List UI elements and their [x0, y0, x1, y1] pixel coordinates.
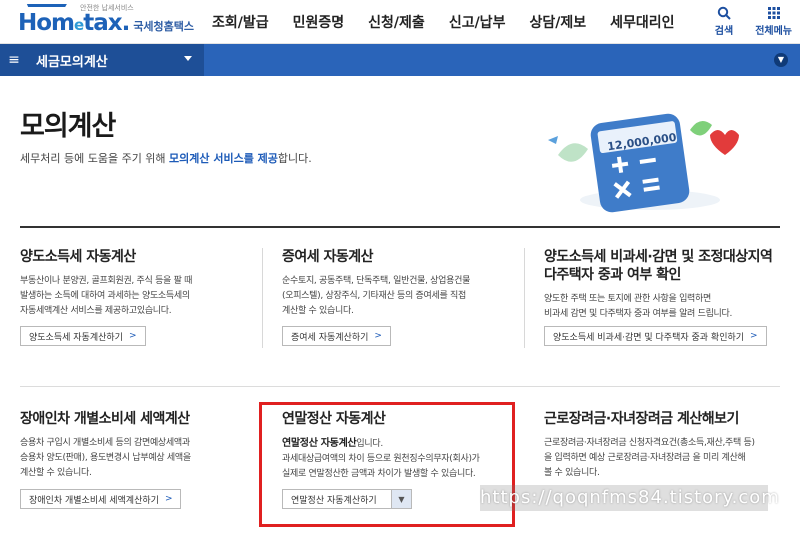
gnb-item-inquiry[interactable]: 조회/발급: [212, 12, 269, 32]
current-menu-title: 세금모의계산: [36, 54, 108, 70]
chevron-right-icon: >: [128, 331, 137, 341]
logo-wordmark-part-2: tax.: [83, 10, 130, 36]
global-nav: 조회/발급 민원증명 신청/제출 신고/납부 상담/제보 세무대리인: [212, 0, 699, 44]
all-menu-label: 전체메뉴: [755, 26, 792, 37]
search-label: 검색: [714, 26, 734, 37]
watermark-text: https://qoqnfms84.tistory.com: [480, 485, 779, 511]
card-disabled-car-tax: 장애인차 개별소비세 세액계산 승용차 구입시 개별소비세 등의 감면예상세액과…: [20, 410, 260, 481]
search-icon: [717, 6, 731, 22]
card-desc-line: 부동산이나 분양권, 골프회원권, 주식 등을 팔 때: [20, 276, 193, 286]
chevron-right-icon: >: [374, 331, 382, 341]
page-title: 모의계산: [20, 111, 116, 142]
menu-selector[interactable]: ≡ 세금모의계산: [0, 44, 204, 76]
button-label: 양도소득세 비과세·감면 및 다주택자 중과 확인하기: [553, 332, 745, 343]
gnb-item-application[interactable]: 신청/제출: [368, 12, 425, 32]
chevron-down-icon: [184, 56, 192, 61]
desc-suffix: 합니다.: [277, 152, 312, 165]
logo-roof-icon: [21, 4, 67, 14]
hometax-logo[interactable]: 안전한 납세서비스 Hometax. 국세청홈택스: [18, 4, 195, 38]
card-desc-line: 양도한 주택 또는 토지에 관한 사항을 입력하면: [544, 294, 711, 304]
card-desc-line: 근로장려금·자녀장려금 신청자격요건(총소득,재산,주택 등): [544, 438, 755, 448]
card-exemption-check: 양도소득세 비과세·감면 및 조정대상지역다주택자 중과 여부 확인 양도한 주…: [544, 248, 794, 322]
card-gift-tax: 증여세 자동계산 순수토지, 공동주택, 단독주택, 일반건물, 상업용건물 (…: [282, 248, 522, 319]
logo-subtitle: 국세청홈택스: [133, 20, 195, 33]
card-desc-line: 계산할 수 있습니다.: [20, 468, 92, 478]
chevron-down-small-icon: ▼: [777, 55, 785, 64]
card-desc-line: 승용차 양도(판매), 용도변경시 납부예상 세액을: [20, 453, 191, 463]
card-separator: [524, 248, 525, 348]
card-title: 근로장려금·자녀장려금 계산해보기: [544, 411, 739, 427]
card-desc-line: 승용차 구입시 개별소비세 등의 감면예상세액과: [20, 438, 190, 448]
card-title: 양도소득세 비과세·감면 및 조정대상지역다주택자 중과 여부 확인: [544, 248, 794, 284]
button-label: 장애인차 개별소비세 세액계산하기: [29, 495, 159, 506]
exemption-check-button[interactable]: 양도소득세 비과세·감면 및 다주택자 중과 확인하기 >: [544, 326, 767, 346]
hamburger-icon: ≡: [8, 52, 20, 68]
card-desc-line: (오피스텔), 상장주식, 기타재산 등의 증여세를 직접: [282, 291, 466, 301]
gnb-item-certificate[interactable]: 민원증명: [293, 12, 345, 32]
disabled-car-tax-calc-button[interactable]: 장애인차 개별소비세 세액계산하기 >: [20, 489, 182, 509]
gnb-item-report-payment[interactable]: 신고/납부: [449, 12, 506, 32]
logo-wordmark-e: e: [74, 16, 84, 34]
desc-prefix: 세무처리 등에 도움을 주기 위해: [20, 152, 170, 165]
highlight-annotation-box: [259, 402, 515, 527]
card-transfer-income-tax: 양도소득세 자동계산 부동산이나 분양권, 골프회원권, 주식 등을 팔 때 발…: [20, 248, 260, 319]
grid-menu-icon: [767, 6, 781, 22]
desc-highlight: 모의계산 서비스를 제공: [169, 152, 278, 165]
row-divider: [20, 386, 780, 387]
transfer-income-tax-calc-button[interactable]: 양도소득세 자동계산하기 >: [20, 326, 146, 346]
card-work-incentive: 근로장려금·자녀장려금 계산해보기 근로장려금·자녀장려금 신청자격요건(총소득…: [544, 410, 794, 481]
chevron-right-icon: >: [164, 494, 173, 504]
top-tools: 검색 전체메뉴: [715, 6, 792, 37]
card-desc-line: 비과세 감면 및 다주택자 중과 여부를 알려 드립니다.: [544, 309, 733, 319]
gift-tax-calc-button[interactable]: 증여세 자동계산하기 >: [282, 326, 391, 346]
button-label: 양도소득세 자동계산하기: [29, 332, 123, 343]
calculator-illustration: 12,000,000: [540, 100, 740, 220]
gnb-item-tax-agent[interactable]: 세무대리인: [610, 12, 674, 32]
card-title-line-1: 양도소득세 비과세·감면 및 조정대상지역: [544, 249, 773, 265]
site-header: 안전한 납세서비스 Hometax. 국세청홈택스 조회/발급 민원증명 신청/…: [0, 0, 800, 44]
gnb-item-consult[interactable]: 상담/제보: [529, 12, 586, 32]
card-title-line-2: 다주택자 중과 여부 확인: [544, 267, 681, 283]
logo-wordmark: Hometax.: [18, 10, 130, 38]
location-bar: ≡ 세금모의계산 ▼: [0, 44, 800, 76]
page-description: 세무처리 등에 도움을 주기 위해 모의계산 서비스를 제공합니다.: [20, 150, 312, 166]
card-desc-line: 볼 수 있습니다.: [544, 468, 600, 478]
card-desc-line: 자동세액계산 서비스를 제공하고있습니다.: [20, 306, 172, 316]
card-title: 장애인차 개별소비세 세액계산: [20, 411, 190, 427]
card-separator: [262, 248, 263, 348]
search-button[interactable]: 검색: [715, 6, 733, 37]
card-desc-line: 순수토지, 공동주택, 단독주택, 일반건물, 상업용건물: [282, 276, 471, 286]
card-title: 양도소득세 자동계산: [20, 249, 136, 265]
logo-tagline: 안전한 납세서비스: [80, 4, 134, 12]
card-title: 증여세 자동계산: [282, 249, 374, 265]
card-desc-line: 발생하는 소득에 대하여 과세하는 양도소득세의: [20, 291, 190, 301]
card-desc-line: 을 입력하면 예상 근로장려금·자녀장려금 을 미리 계산해: [544, 453, 746, 463]
expand-toggle-button[interactable]: ▼: [774, 53, 788, 67]
chevron-right-icon: >: [750, 331, 758, 341]
all-menu-button[interactable]: 전체메뉴: [755, 6, 792, 37]
card-desc-line: 계산할 수 있습니다.: [282, 306, 354, 316]
button-label: 증여세 자동계산하기: [291, 332, 369, 343]
section-divider: [20, 226, 780, 228]
